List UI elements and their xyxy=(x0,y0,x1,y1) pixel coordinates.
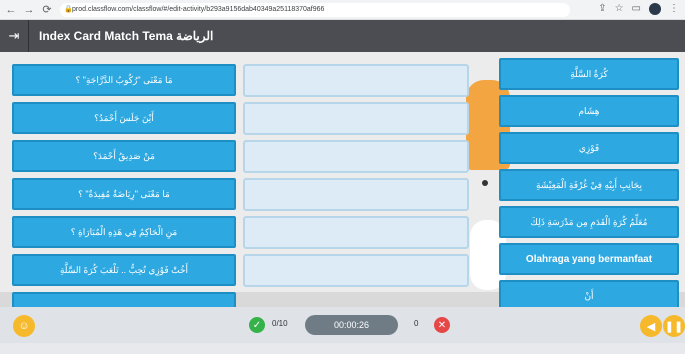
drop-slot[interactable] xyxy=(243,254,469,287)
answer-card[interactable]: مُعَلِّمُ كُرَةِ الْقَدَمِ مِن مَدْرَسَة… xyxy=(499,206,679,238)
question-text: مَا مَعْنَى "رِيَاضَةٌ مُفِيدَةٌ" ؟ xyxy=(78,188,170,199)
activity-title: Index Card Match Tema الرياضة xyxy=(39,29,214,43)
drop-slot[interactable] xyxy=(243,140,469,173)
check-icon: ✓ xyxy=(249,317,265,333)
address-bar[interactable]: 🔒 prod.classflow.com/classflow/#/edit-ac… xyxy=(60,3,570,17)
question-text: مَنْ صَدِيقُ أَحْمَدَ؟ xyxy=(93,150,155,161)
question-card[interactable]: أَخُتْ فَوْزِي تُحِبُّ .. تَلْعَبَ كُرَة… xyxy=(12,254,236,286)
question-column: مَا مَعْنَى "رُكُوبُ الدَّرَّاجَةِ" ؟ أَ… xyxy=(12,64,236,307)
forward-arrow-icon[interactable]: → xyxy=(22,4,36,16)
answer-text: فَوْزِي xyxy=(578,142,600,153)
answer-card[interactable]: بِجَانِبِ أَبِيْهِ فِيْ غُرْفَةِ الْمَعِ… xyxy=(499,169,679,201)
sidebar-icon[interactable]: ▭ xyxy=(632,3,641,15)
answer-text: كُرَةُ السَّلَّةِ xyxy=(570,68,608,79)
answer-card[interactable]: هِشَام xyxy=(499,95,679,127)
back-arrow-icon[interactable]: ← xyxy=(4,4,18,16)
question-text: مَنِ الْحَاكِمُ فِي هَذِهِ الْمُبَارَاةِ… xyxy=(70,226,178,237)
answer-text: أَنْ xyxy=(584,290,594,301)
answer-text: هِشَام xyxy=(578,105,600,116)
drop-slot[interactable] xyxy=(243,102,469,135)
timer-text: 00:00:26 xyxy=(333,320,370,330)
answer-card[interactable]: فَوْزِي xyxy=(499,132,679,164)
star-icon[interactable]: ☆ xyxy=(615,3,624,15)
share-icon[interactable]: ⇪ xyxy=(598,3,606,15)
header-divider xyxy=(28,20,29,52)
answer-card[interactable]: كُرَةُ السَّلَّةِ xyxy=(499,58,679,90)
exit-icon[interactable]: ⇥ xyxy=(0,20,28,52)
settings-icon[interactable]: ☺ xyxy=(13,315,35,337)
game-stage: مَا مَعْنَى "رُكُوبُ الدَّرَّاجَةِ" ؟ أَ… xyxy=(0,52,685,307)
profile-avatar[interactable] xyxy=(649,3,661,15)
url-text: prod.classflow.com/classflow/#/edit-acti… xyxy=(72,6,325,13)
correct-count: 0/10 xyxy=(272,319,288,328)
question-card[interactable]: ... xyxy=(12,292,236,307)
question-text: أَخُتْ فَوْزِي تُحِبُّ .. تَلْعَبَ كُرَة… xyxy=(59,264,189,275)
question-card[interactable]: مَا مَعْنَى "رِيَاضَةٌ مُفِيدَةٌ" ؟ xyxy=(12,178,236,210)
browser-chrome: ← → ⟳ 🔒 prod.classflow.com/classflow/#/e… xyxy=(0,0,685,20)
answer-text: بِجَانِبِ أَبِيْهِ فِيْ غُرْفَةِ الْمَعِ… xyxy=(536,179,642,190)
drop-slot[interactable] xyxy=(243,178,469,211)
answer-card[interactable]: Olahraga yang bermanfaat xyxy=(499,243,679,275)
drop-slot[interactable] xyxy=(243,64,469,97)
timer: 00:00:26 xyxy=(305,315,398,335)
bottom-bar: ☺ ✓ 0/10 00:00:26 0 ✕ ◀ ❚❚ xyxy=(0,307,685,343)
question-card[interactable]: مَنِ الْحَاكِمُ فِي هَذِهِ الْمُبَارَاةِ… xyxy=(12,216,236,248)
answer-text: Olahraga yang bermanfaat xyxy=(525,253,653,265)
answer-text: مُعَلِّمُ كُرَةِ الْقَدَمِ مِن مَدْرَسَة… xyxy=(530,216,648,227)
question-text: مَا مَعْنَى "رُكُوبُ الدَّرَّاجَةِ" ؟ xyxy=(75,74,173,85)
question-card[interactable]: أَيْنَ جَلَسَ أَحْمَدُ؟ xyxy=(12,102,236,134)
answer-column: كُرَةُ السَّلَّةِ هِشَام فَوْزِي بِجَانِ… xyxy=(499,58,679,307)
question-text: أَيْنَ جَلَسَ أَحْمَدُ؟ xyxy=(94,112,154,123)
cross-icon: ✕ xyxy=(434,317,450,333)
mascot-eye xyxy=(482,180,488,186)
drop-slot[interactable] xyxy=(243,216,469,249)
incorrect-count: 0 xyxy=(414,319,419,328)
menu-kebab-icon[interactable]: ⋮ xyxy=(669,3,679,15)
question-card[interactable]: مَنْ صَدِيقُ أَحْمَدَ؟ xyxy=(12,140,236,172)
previous-icon[interactable]: ◀ xyxy=(640,315,662,337)
reload-icon[interactable]: ⟳ xyxy=(40,3,54,16)
lock-icon: 🔒 xyxy=(64,6,73,13)
answer-card[interactable]: أَنْ xyxy=(499,280,679,307)
app-header: ⇥ Index Card Match Tema الرياضة xyxy=(0,20,685,52)
drop-slot-column xyxy=(243,64,469,292)
question-card[interactable]: مَا مَعْنَى "رُكُوبُ الدَّرَّاجَةِ" ؟ xyxy=(12,64,236,96)
os-taskbar xyxy=(0,343,685,354)
pause-icon[interactable]: ❚❚ xyxy=(663,315,685,337)
